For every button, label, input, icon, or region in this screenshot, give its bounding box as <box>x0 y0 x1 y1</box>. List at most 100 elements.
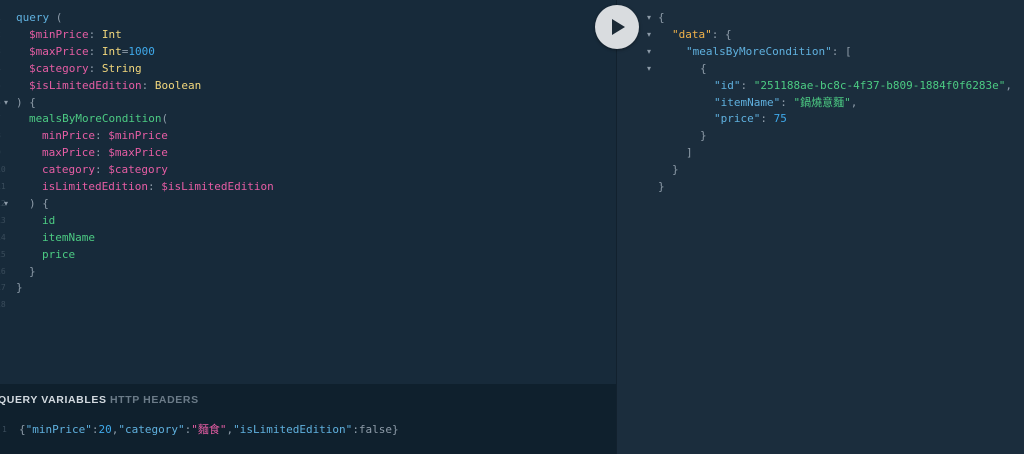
code-token: : <box>94 129 109 143</box>
code-token: : <box>88 61 102 75</box>
code-line: ) { <box>29 195 49 212</box>
code-token: price <box>42 247 76 261</box>
variables-token: { <box>19 423 26 436</box>
code-token: category <box>42 163 95 177</box>
line-number: 13 <box>0 215 6 225</box>
fold-arrow-icon[interactable]: ▾ <box>647 26 657 43</box>
fold-arrow-icon[interactable]: ▾ <box>647 9 657 26</box>
code-line: isLimitedEdition: $isLimitedEdition <box>42 178 274 195</box>
result-line: "itemName": "鍋燒意麵", <box>714 94 857 111</box>
code-line: $isLimitedEdition: Boolean <box>29 77 201 94</box>
variables-editor[interactable]: 1 {"minPrice":20,"category":"麵食","isLimi… <box>0 421 616 438</box>
variables-token: "category" <box>118 423 185 436</box>
code-token: String <box>101 61 142 75</box>
play-icon <box>612 19 625 35</box>
code-token: : <box>88 27 102 41</box>
line-number: 7 <box>0 110 8 127</box>
code-line: maxPrice: $maxPrice <box>42 144 168 161</box>
query-editor[interactable]: 1query (2$minPrice: Int3$maxPrice: Int=1… <box>0 0 616 384</box>
fold-arrow-icon[interactable]: ▾ <box>4 195 14 212</box>
result-token: "鍋燒意麵" <box>793 95 851 109</box>
variables-token: "麵食" <box>191 423 227 436</box>
result-token: } <box>658 180 665 193</box>
code-token: isLimitedEdition <box>42 180 148 193</box>
line-number: 4 <box>0 60 8 77</box>
code-token: Boolean <box>154 78 202 92</box>
variables-json[interactable]: {"minPrice":20,"category":"麵食","isLimite… <box>19 421 399 438</box>
code-line: mealsByMoreCondition( <box>29 110 168 127</box>
result-token: : <box>740 78 754 92</box>
code-line: $minPrice: Int <box>29 26 122 43</box>
result-token: "id" <box>714 78 741 92</box>
result-token: "data" <box>672 27 712 41</box>
code-token: ) { <box>16 95 36 109</box>
result-line: ] <box>686 144 693 161</box>
code-token: itemName <box>42 230 95 244</box>
result-token: } <box>672 163 679 177</box>
code-token: $maxPrice <box>108 146 168 160</box>
result-line: "mealsByMoreCondition": [ <box>686 43 852 60</box>
line-number: 14 <box>0 232 6 242</box>
result-token: : { <box>711 27 732 41</box>
result-token: "mealsByMoreCondition" <box>686 44 832 58</box>
fold-arrow-icon[interactable]: ▾ <box>647 43 657 60</box>
line-number: 3 <box>0 43 8 60</box>
line-number: 18 <box>0 300 6 310</box>
result-token: "itemName" <box>714 95 781 109</box>
code-token: query <box>16 11 50 24</box>
code-token: $isLimitedEdition <box>29 78 142 92</box>
result-line: { <box>658 9 665 26</box>
line-number: 2 <box>0 26 8 43</box>
code-token: ( <box>161 112 169 126</box>
variables-token: 20 <box>98 423 112 436</box>
result-token: ] <box>686 146 693 160</box>
result-viewer: ▾{▾ "data": {▾ "mealsByMoreCondition": [▾{… <box>617 0 1024 454</box>
code-token: $minPrice <box>108 129 168 143</box>
variables-token: "minPrice" <box>25 423 92 436</box>
result-token: "price" <box>714 112 761 126</box>
line-number: 17 <box>0 283 6 293</box>
code-line: } <box>29 263 36 280</box>
code-token: Int <box>101 27 122 41</box>
code-token: $category <box>108 163 168 177</box>
variables-token: :false} <box>352 423 399 436</box>
code-token: : <box>94 163 109 177</box>
line-number: 16 <box>0 266 6 276</box>
tab-query-variables[interactable]: QUERY VARIABLES <box>0 394 107 406</box>
code-token: ( <box>49 11 63 24</box>
code-line: } <box>16 279 23 296</box>
code-line: $category: String <box>29 60 142 77</box>
line-number: 8 <box>0 127 8 144</box>
code-token: $isLimitedEdition <box>161 180 274 193</box>
code-line: minPrice: $minPrice <box>42 127 168 144</box>
code-token: ) { <box>29 196 49 210</box>
line-number: 15 <box>0 249 6 259</box>
result-token: , <box>850 95 858 109</box>
fold-arrow-icon[interactable]: ▾ <box>647 60 657 77</box>
result-line: "id": "251188ae-bc8c-4f37-b809-1884f0f62… <box>714 77 1012 94</box>
line-number: 9 <box>0 144 8 161</box>
result-token: } <box>700 129 707 143</box>
line-number: 10 <box>0 165 6 175</box>
code-line: itemName <box>42 229 95 246</box>
code-token: $category <box>29 61 89 75</box>
line-number: 5 <box>0 77 8 94</box>
code-token: minPrice <box>42 129 95 143</box>
code-line: query ( <box>16 9 62 26</box>
variables-token: "isLimitedEdition" <box>233 423 353 436</box>
fold-arrow-icon[interactable]: ▾ <box>4 94 14 111</box>
result-line: { <box>700 60 707 77</box>
code-line: $maxPrice: Int=1000 <box>29 43 155 60</box>
code-line: price <box>42 246 75 263</box>
result-token: : [ <box>831 44 852 58</box>
result-token: 75 <box>773 112 787 126</box>
result-line: } <box>672 161 679 178</box>
result-token: : <box>760 112 774 126</box>
tab-http-headers[interactable]: HTTP HEADERS <box>110 394 199 406</box>
result-line: "data": { <box>672 26 732 43</box>
execute-query-button[interactable] <box>595 5 639 49</box>
result-line: } <box>658 178 665 195</box>
result-token: { <box>658 11 665 24</box>
code-token: } <box>16 281 23 295</box>
line-number: 11 <box>0 182 6 191</box>
